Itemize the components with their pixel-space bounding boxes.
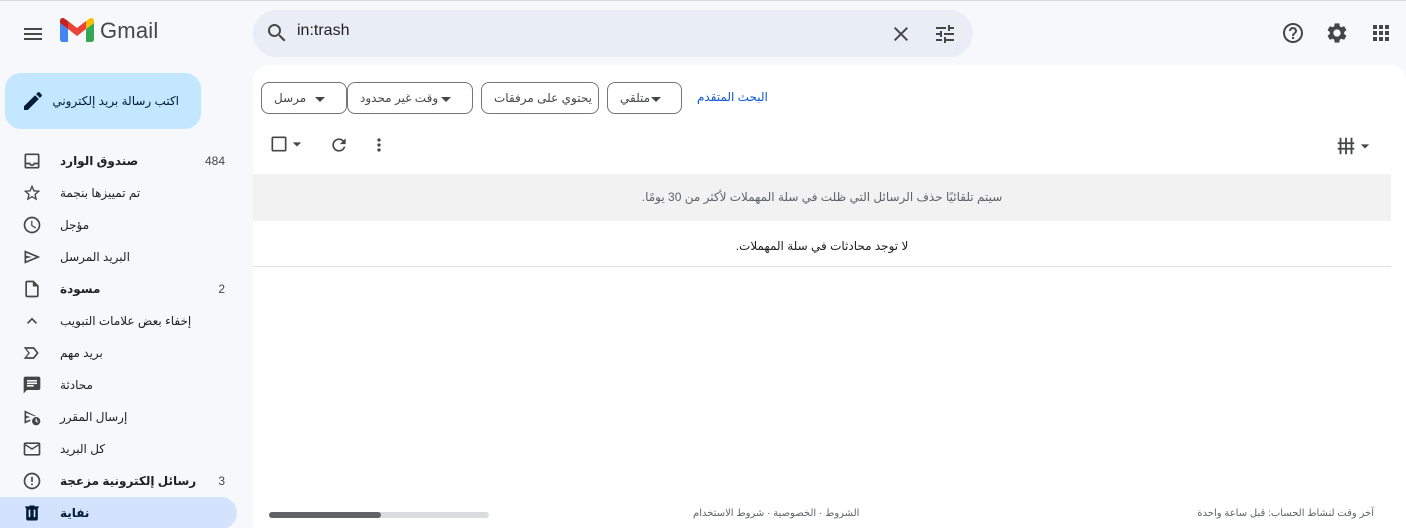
sidebar-item-label: محادثة [60, 378, 93, 392]
spam-icon [23, 472, 41, 490]
sidebar-item-inbox[interactable]: صندوق الوارد 484 [0, 145, 237, 177]
sidebar-item-drafts[interactable]: مسودة 2 [0, 273, 237, 305]
sidebar-item-scheduled[interactable]: إرسال المقرر [0, 401, 237, 433]
settings-gear-icon[interactable] [1325, 21, 1349, 45]
chip-label: مرسل [274, 91, 307, 105]
star-icon [23, 184, 41, 201]
last-activity-text: آخر وقت لنشاط الحساب: قبل ساعة واحدة [1197, 508, 1374, 519]
chip-label: يحتوي على مرفقات [494, 91, 592, 105]
apps-grid-icon[interactable] [1369, 21, 1393, 45]
help-icon[interactable] [1281, 21, 1305, 45]
empty-state: لا توجد محادثات في سلة المهملات. [253, 222, 1391, 267]
scrollbar-thumb[interactable] [269, 512, 381, 518]
chevron-down-icon [292, 142, 302, 147]
horizontal-scrollbar[interactable] [269, 512, 489, 518]
draft-icon [25, 280, 39, 298]
chevron-down-icon [315, 97, 325, 102]
search-icon[interactable] [265, 21, 289, 45]
sidebar-item-label: إخفاء بعض علامات التبويب [60, 314, 192, 328]
chevron-up-icon [27, 317, 37, 324]
chip-label: متلقي [620, 91, 651, 105]
sidebar-item-label: مؤجل [60, 218, 90, 232]
sidebar-item-label: نفاية [60, 506, 90, 520]
unread-count: 484 [204, 154, 225, 168]
main-menu-button[interactable] [13, 14, 53, 54]
chat-icon [23, 376, 41, 394]
sidebar-item-label: كل البريد [60, 442, 106, 456]
chip-label: وقت غير محدود [360, 91, 439, 105]
trash-notice-banner: سيتم تلقائيًا حذف الرسائل التي ظلت في سل… [253, 174, 1391, 221]
search-options-icon[interactable] [933, 22, 957, 46]
trash-notice-text: سيتم تلقائيًا حذف الرسائل التي ظلت في سل… [641, 190, 1003, 204]
draft-count: 2 [218, 282, 225, 296]
sidebar-item-label: صندوق الوارد [60, 154, 139, 168]
sidebar-item-starred[interactable]: تم تمييزها بنجمة [0, 177, 237, 209]
filter-chip-from[interactable]: مرسل [261, 82, 347, 114]
compose-button[interactable]: اكتب رسالة بريد إلكتروني [5, 73, 201, 129]
send-icon [24, 250, 41, 264]
sidebar-item-label: البريد المرسل [60, 250, 130, 264]
empty-state-text: لا توجد محادثات في سلة المهملات. [735, 239, 909, 253]
clock-icon [23, 216, 41, 234]
sidebar-item-all-mail[interactable]: كل البريد [0, 433, 237, 465]
scheduled-send-icon [24, 410, 41, 426]
sidebar-item-label: بريد مهم [60, 346, 103, 360]
footer-links[interactable]: الشروط · الخصوصية · شروط الاستخدام [693, 508, 859, 519]
sidebar-item-label: مسودة [60, 282, 101, 296]
gmail-wordmark: Gmail [100, 18, 159, 43]
important-icon [23, 347, 39, 359]
filter-chip-time[interactable]: وقت غير محدود [347, 82, 473, 114]
filter-chip-to[interactable]: متلقي [607, 82, 682, 114]
checkbox-icon [271, 136, 287, 152]
pencil-icon [24, 91, 43, 110]
all-mail-icon [23, 442, 41, 456]
search-input[interactable] [297, 22, 857, 40]
trash-icon [25, 505, 39, 521]
sidebar-item-sent[interactable]: البريد المرسل [0, 241, 237, 273]
refresh-icon[interactable] [329, 135, 349, 155]
sidebar-item-snoozed[interactable]: مؤجل [0, 209, 237, 241]
input-tools-button[interactable] [1335, 133, 1375, 159]
compose-label: اكتب رسالة بريد إلكتروني [52, 94, 179, 108]
hamburger-menu-icon [24, 28, 42, 40]
sidebar-item-label: رسائل إلكترونية مزعجة [60, 474, 197, 488]
sidebar-item-chats[interactable]: محادثة [0, 369, 237, 401]
gmail-logo[interactable]: Gmail [60, 18, 158, 44]
select-all-checkbox[interactable] [265, 131, 305, 159]
sidebar-item-trash[interactable]: نفاية [0, 497, 237, 528]
sidebar-item-label: تم تمييزها بنجمة [60, 186, 141, 200]
main-panel: مرسل وقت غير محدود يحتوي على مرفقات متلق… [253, 65, 1406, 528]
sidebar-item-less[interactable]: إخفاء بعض علامات التبويب [0, 305, 237, 337]
sidebar-item-label: إرسال المقرر [60, 410, 128, 424]
filter-chip-attachments[interactable]: يحتوي على مرفقات [481, 82, 599, 114]
inbox-icon [24, 153, 40, 169]
sidebar-item-spam[interactable]: رسائل إلكترونية مزعجة 3 [0, 465, 237, 497]
advanced-search-link[interactable]: البحث المتقدم [697, 90, 768, 104]
search-bar[interactable] [253, 10, 973, 57]
input-tools-icon [1337, 137, 1355, 155]
chevron-down-icon [1360, 144, 1370, 149]
more-vert-icon[interactable] [369, 135, 389, 155]
gmail-app: Gmail اكتب رسالة بريد إلكتروني صندوق الو… [0, 0, 1406, 528]
clear-search-icon[interactable] [889, 22, 913, 46]
gmail-m-icon [60, 18, 94, 42]
spam-count: 3 [218, 474, 225, 488]
sidebar-item-important[interactable]: بريد مهم [0, 337, 237, 369]
